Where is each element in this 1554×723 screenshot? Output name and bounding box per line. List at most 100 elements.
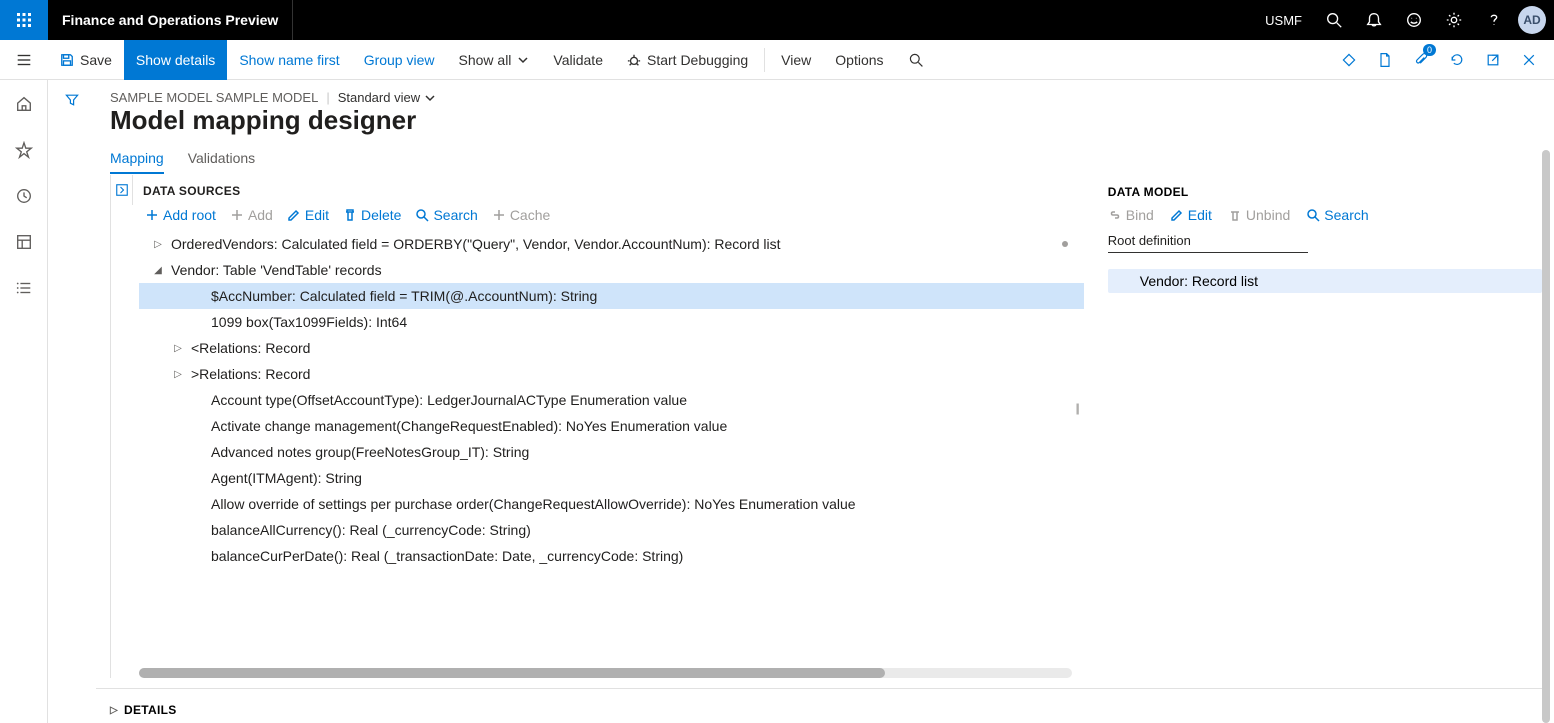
unbind-button: Unbind (1228, 207, 1290, 223)
delete-button[interactable]: Delete (343, 207, 401, 223)
chevron-right-boxed-icon (116, 184, 128, 196)
tree-row-relL[interactable]: ▷<Relations: Record (139, 335, 1084, 361)
close-icon (1521, 52, 1537, 68)
popout-button[interactable] (1476, 40, 1510, 80)
top-bar: Finance and Operations Preview USMF AD (0, 0, 1554, 40)
tree-row-vendor[interactable]: ◢ Vendor: Table 'VendTable' records (139, 257, 1084, 283)
validate-button[interactable]: Validate (541, 40, 615, 80)
expand-datasources-button[interactable] (111, 175, 133, 205)
settings-button[interactable] (1434, 0, 1474, 40)
trash-icon (1228, 208, 1242, 222)
tree-row-label: Vendor: Table 'VendTable' records (171, 262, 382, 278)
filter-icon (64, 92, 80, 108)
filter-button[interactable] (64, 92, 80, 723)
tree-row-label: balanceCurPerDate(): Real (_transactionD… (211, 548, 683, 564)
tree-row-label: Allow override of settings per purchase … (211, 496, 856, 512)
add-button: Add (230, 207, 273, 223)
search-icon (1306, 208, 1320, 222)
search-button[interactable] (1314, 0, 1354, 40)
group-view-button[interactable]: Group view (352, 40, 447, 80)
pencil-icon (1170, 208, 1184, 222)
tree-row-relR[interactable]: ▷>Relations: Record (139, 361, 1084, 387)
filter-column (48, 80, 96, 723)
save-button[interactable]: Save (48, 40, 124, 80)
hamburger-icon (15, 51, 33, 69)
tree-row-advnotes[interactable]: Advanced notes group(FreeNotesGroup_IT):… (139, 439, 1084, 465)
search-icon (415, 208, 429, 222)
search-icon (1325, 11, 1343, 29)
feedback-button[interactable] (1394, 0, 1434, 40)
link-icon (1108, 208, 1122, 222)
rail-home[interactable] (8, 88, 40, 120)
add-root-button[interactable]: Add root (145, 207, 216, 223)
tree-row-accttype[interactable]: Account type(OffsetAccountType): LedgerJ… (139, 387, 1084, 413)
rail-modules[interactable] (8, 272, 40, 304)
details-section-header[interactable]: ▷ DETAILS (96, 688, 1542, 723)
edit-button[interactable]: Edit (287, 207, 329, 223)
tree-row-label: $AccNumber: Calculated field = TRIM(@.Ac… (211, 288, 597, 304)
show-all-button[interactable]: Show all (447, 40, 542, 80)
data-model-toolbar: Bind Edit Unbind Search (1108, 205, 1542, 233)
app-launcher-button[interactable] (0, 0, 48, 40)
show-details-button[interactable]: Show details (124, 40, 227, 80)
tree-twist[interactable]: ◢ (151, 265, 165, 276)
standard-view-button[interactable]: Standard view (338, 90, 436, 105)
help-button[interactable] (1474, 0, 1514, 40)
tree-twist[interactable]: ▷ (151, 239, 165, 250)
refresh-icon (1449, 52, 1465, 68)
bind-button: Bind (1108, 207, 1154, 223)
waffle-icon (16, 12, 32, 28)
vertical-grip[interactable]: || (1076, 401, 1078, 415)
root-definition-label: Root definition (1108, 233, 1542, 252)
actionbar-search-button[interactable] (896, 40, 936, 80)
tab-mapping[interactable]: Mapping (110, 150, 164, 174)
tree-row-override[interactable]: Allow override of settings per purchase … (139, 491, 1084, 517)
close-button[interactable] (1512, 40, 1546, 80)
tree-row-1099[interactable]: 1099 box(Tax1099Fields): Int64 (139, 309, 1084, 335)
tree-row-label: 1099 box(Tax1099Fields): Int64 (211, 314, 407, 330)
options-button[interactable]: Options (823, 40, 895, 80)
tree-row-ordered[interactable]: ▷OrderedVendors: Calculated field = ORDE… (139, 231, 1084, 257)
page-button[interactable] (1368, 40, 1402, 80)
diamond-button[interactable] (1332, 40, 1366, 80)
dm-search-button[interactable]: Search (1306, 207, 1368, 223)
show-name-first-button[interactable]: Show name first (227, 40, 351, 80)
diamond-icon (1341, 52, 1357, 68)
tree-twist[interactable]: ▷ (171, 343, 185, 354)
rail-workspaces[interactable] (8, 226, 40, 258)
tree-row-balcur[interactable]: balanceCurPerDate(): Real (_transactionD… (139, 543, 1084, 569)
data-model-item[interactable]: Vendor: Record list (1108, 269, 1542, 293)
tab-row: Mapping Validations (96, 144, 1542, 175)
page-scrollbar[interactable] (1542, 150, 1550, 723)
dm-edit-button[interactable]: Edit (1170, 207, 1212, 223)
tree-row-label: Agent(ITMAgent): String (211, 470, 362, 486)
plus-icon (145, 208, 159, 222)
data-sources-tree[interactable]: || ▷OrderedVendors: Calculated field = O… (111, 231, 1084, 660)
rail-recent[interactable] (8, 180, 40, 212)
scrollbar-thumb[interactable] (139, 668, 885, 678)
chevron-down-icon (424, 92, 436, 104)
breadcrumb: SAMPLE MODEL SAMPLE MODEL | Standard vie… (96, 80, 1542, 105)
tab-validations[interactable]: Validations (188, 150, 255, 174)
data-sources-toolbar: Add root Add Edit Delete Search Cache (111, 205, 1084, 231)
user-avatar[interactable]: AD (1518, 6, 1546, 34)
notifications-button[interactable] (1354, 0, 1394, 40)
tree-row-accnum[interactable]: $AccNumber: Calculated field = TRIM(@.Ac… (139, 283, 1084, 309)
tree-row-agent[interactable]: Agent(ITMAgent): String (139, 465, 1084, 491)
data-model-label: DATA MODEL (1108, 175, 1542, 205)
refresh-button[interactable] (1440, 40, 1474, 80)
tree-twist[interactable]: ▷ (171, 369, 185, 380)
horizontal-scrollbar[interactable] (139, 668, 1072, 678)
data-sources-panel: DATA SOURCES Add root Add Edit Delete Se… (110, 175, 1084, 678)
tree-row-activate[interactable]: Activate change management(ChangeRequest… (139, 413, 1084, 439)
view-button[interactable]: View (769, 40, 823, 80)
search-button[interactable]: Search (415, 207, 477, 223)
start-debugging-button[interactable]: Start Debugging (615, 40, 760, 80)
nav-toggle-button[interactable] (0, 40, 48, 80)
company-label[interactable]: USMF (1253, 13, 1314, 28)
smiley-icon (1405, 11, 1423, 29)
rail-favorites[interactable] (8, 134, 40, 166)
tree-row-balall[interactable]: balanceAllCurrency(): Real (_currencyCod… (139, 517, 1084, 543)
attachments-button[interactable]: 0 (1404, 40, 1438, 80)
chevron-right-icon: ▷ (110, 705, 118, 716)
